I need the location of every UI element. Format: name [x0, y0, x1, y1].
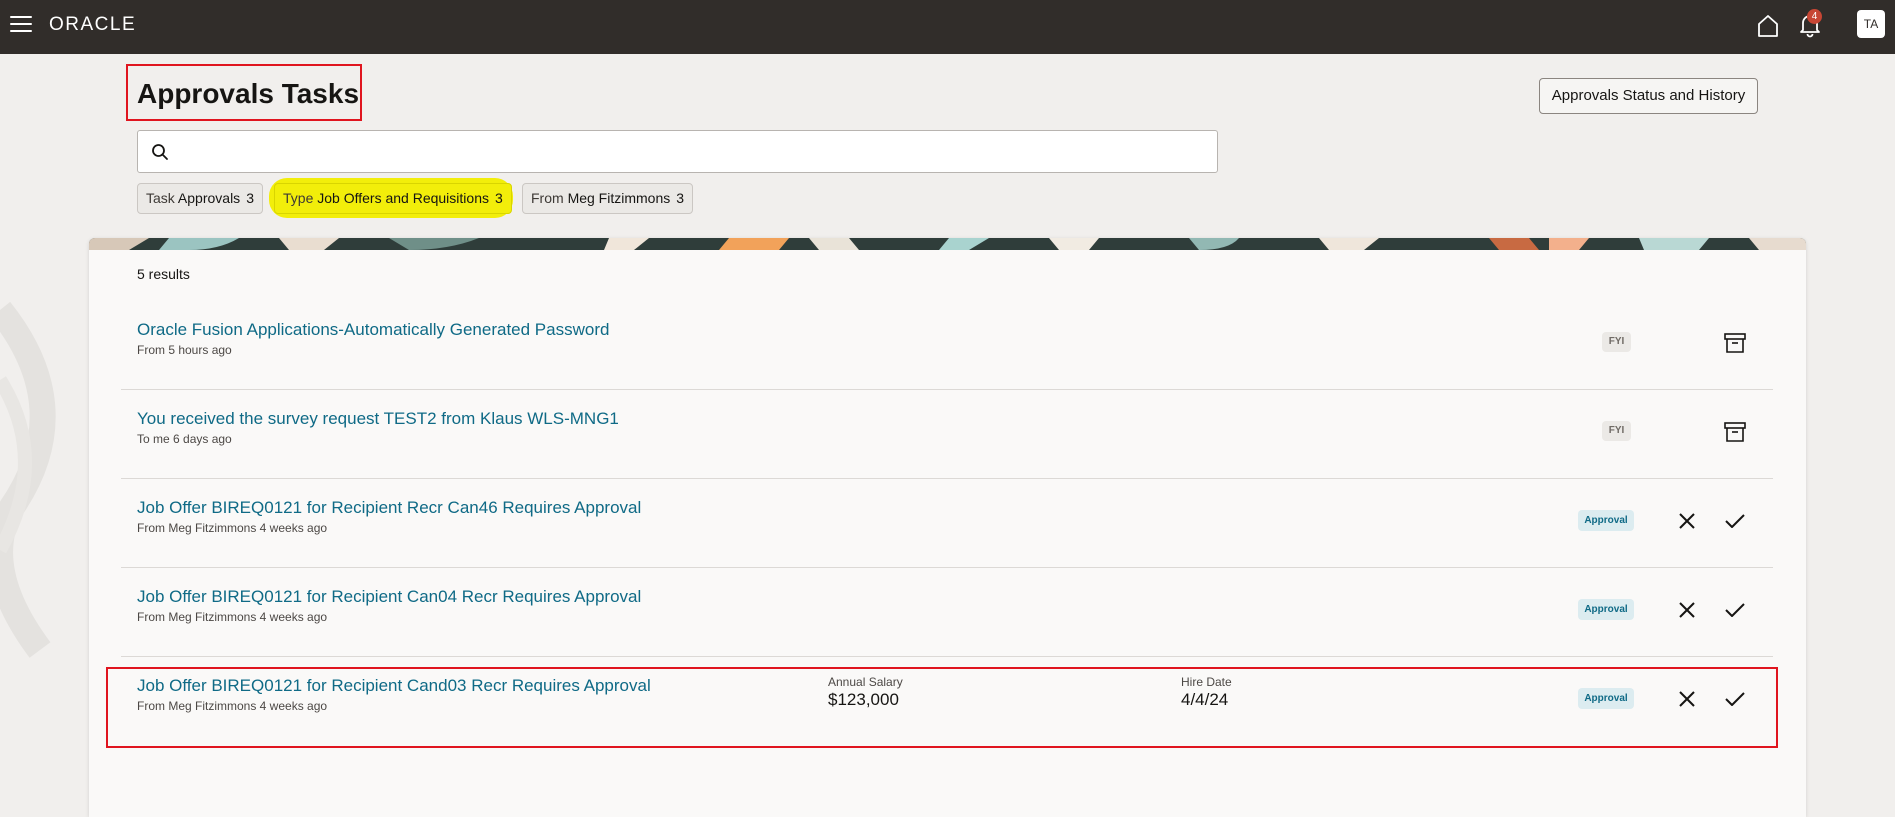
approve-check-icon[interactable]	[1723, 598, 1747, 622]
reject-x-icon[interactable]	[1676, 599, 1698, 621]
task-title-link[interactable]: You received the survey request TEST2 fr…	[137, 409, 619, 429]
approval-badge: Approval	[1578, 510, 1634, 531]
hire-date-label: Hire Date	[1181, 675, 1232, 689]
approve-check-icon[interactable]	[1723, 509, 1747, 533]
filter-chip-count: 3	[676, 190, 685, 206]
fyi-badge: FYI	[1602, 332, 1631, 352]
home-icon[interactable]	[1755, 13, 1781, 39]
search-input[interactable]	[180, 137, 1204, 167]
task-subtitle: To me 6 days ago	[137, 432, 232, 446]
reject-x-icon[interactable]	[1676, 688, 1698, 710]
approval-badge: Approval	[1578, 688, 1634, 709]
background-decoration	[0, 301, 56, 658]
menu-icon[interactable]	[10, 16, 32, 34]
task-title-link[interactable]: Oracle Fusion Applications-Automatically…	[137, 320, 609, 340]
user-avatar[interactable]: TA	[1857, 10, 1885, 38]
notification-count-badge: 4	[1807, 9, 1822, 24]
page-title: Approvals Tasks	[137, 78, 360, 109]
archive-icon[interactable]	[1722, 419, 1748, 445]
search-icon	[152, 144, 168, 160]
task-row: Job Offer BIREQ0121 for Recipient Can04 …	[121, 567, 1773, 657]
oracle-logo[interactable]: ORACLE	[49, 14, 136, 36]
task-row: Job Offer BIREQ0121 for Recipient Cand03…	[121, 656, 1773, 745]
task-subtitle: From Meg Fitzimmons 4 weeks ago	[137, 699, 328, 713]
filter-chip-value: Job Offers and Requisitions	[317, 190, 489, 206]
results-panel: 5 results Oracle Fusion Applications-Aut…	[89, 238, 1806, 817]
filter-chip-value: Meg Fitzimmons	[567, 190, 671, 206]
archive-icon[interactable]	[1722, 330, 1748, 356]
approvals-status-history-button[interactable]: Approvals Status and History	[1539, 78, 1758, 114]
approve-check-icon[interactable]	[1723, 687, 1747, 711]
filter-chip-task[interactable]: Task Approvals 3	[137, 183, 263, 214]
fyi-badge: FYI	[1602, 421, 1631, 441]
task-subtitle: From Meg Fitzimmons 4 weeks ago	[137, 610, 328, 624]
annual-salary-label: Annual Salary	[828, 675, 903, 689]
task-row: Oracle Fusion Applications-Automatically…	[121, 300, 1773, 390]
filter-chip-count: 3	[494, 190, 503, 206]
filter-chip-key: Type	[283, 190, 314, 206]
task-title-link[interactable]: Job Offer BIREQ0121 for Recipient Recr C…	[137, 498, 641, 518]
task-row: Job Offer BIREQ0121 for Recipient Recr C…	[121, 478, 1773, 568]
task-title-link[interactable]: Job Offer BIREQ0121 for Recipient Cand03…	[137, 676, 651, 696]
reject-x-icon[interactable]	[1676, 510, 1698, 532]
filter-chip-count: 3	[246, 190, 254, 206]
approval-badge: Approval	[1578, 599, 1634, 620]
task-row: You received the survey request TEST2 fr…	[121, 389, 1773, 479]
results-count: 5 results	[137, 266, 190, 282]
hire-date-value: 4/4/24	[1181, 690, 1229, 709]
filter-chip-key: Task	[146, 190, 175, 206]
filter-chip-value: Approvals	[177, 190, 241, 206]
filter-chip-type[interactable]: Type Job Offers and Requisitions 3	[274, 183, 512, 214]
decorative-banner	[89, 238, 1806, 250]
filter-chip-from[interactable]: From Meg Fitzimmons 3	[522, 183, 694, 214]
filter-chip-key: From	[531, 190, 564, 206]
annual-salary-value: $123,000	[828, 690, 899, 709]
task-title-link[interactable]: Job Offer BIREQ0121 for Recipient Can04 …	[137, 587, 641, 607]
task-subtitle: From Meg Fitzimmons 4 weeks ago	[137, 521, 328, 535]
task-subtitle: From 5 hours ago	[137, 343, 232, 357]
top-bar: ORACLE 4 TA	[0, 0, 1895, 54]
search-bar	[137, 130, 1218, 173]
